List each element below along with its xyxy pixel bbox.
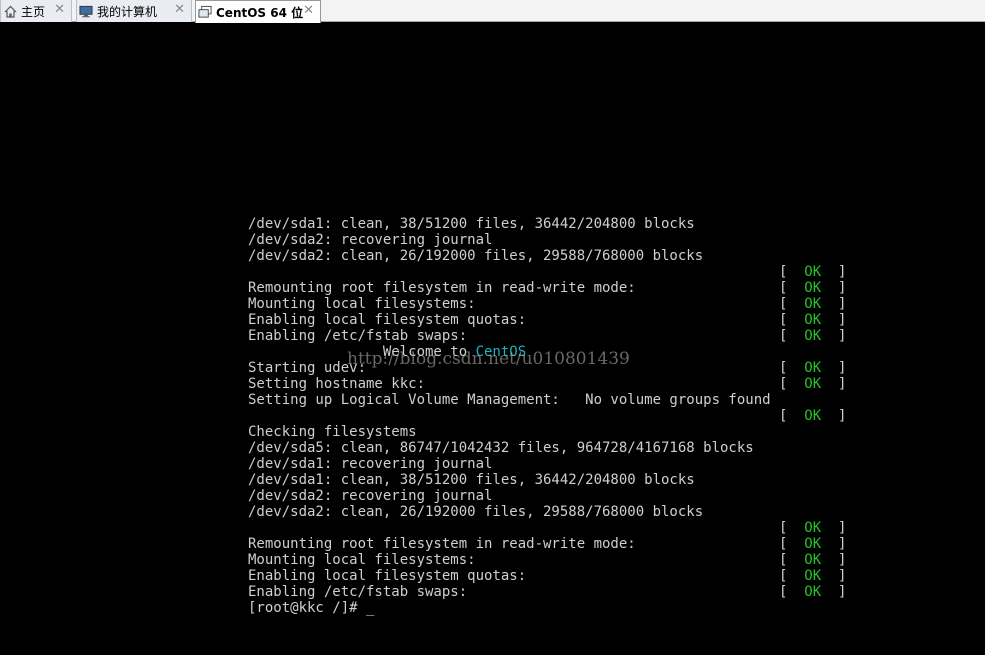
status-ok-badge: [ OK ] xyxy=(779,296,847,312)
console-line: [ OK ] xyxy=(248,408,868,424)
console-line: [ OK ] xyxy=(248,520,868,536)
console-line-text: /dev/sda1: clean, 38/51200 files, 36442/… xyxy=(248,472,695,488)
tab-home[interactable]: 主页 ✕ xyxy=(0,0,72,22)
close-icon[interactable]: ✕ xyxy=(303,4,314,18)
text-cursor: _ xyxy=(366,600,375,616)
console-line-text: Checking filesystems xyxy=(248,424,417,440)
console-line: Setting hostname kkc: [ OK ] xyxy=(248,376,868,392)
console-line: [ OK ] xyxy=(248,264,868,280)
console-line-text: Remounting root filesystem in read-write… xyxy=(248,536,636,552)
shell-prompt-line[interactable]: [root@kkc /]# _ xyxy=(248,600,868,616)
console-line: Setting up Logical Volume Management: No… xyxy=(248,392,868,408)
console-line-text: /dev/sda2: recovering journal xyxy=(248,488,493,504)
status-ok-text: OK xyxy=(804,280,822,296)
status-ok-text: OK xyxy=(804,408,822,424)
console-line: /dev/sda2: recovering journal xyxy=(248,488,868,504)
console-line: Welcome to CentOS xyxy=(248,344,868,360)
console-line: /dev/sda1: clean, 38/51200 files, 36442/… xyxy=(248,216,868,232)
console-line-text: Enabling /etc/fstab swaps: xyxy=(248,328,468,344)
console-output: /dev/sda1: clean, 38/51200 files, 36442/… xyxy=(248,216,868,616)
console-line: Enabling /etc/fstab swaps: [ OK ] xyxy=(248,584,868,600)
console-line: Starting udev: [ OK ] xyxy=(248,360,868,376)
status-ok-badge: [ OK ] xyxy=(779,568,847,584)
close-icon[interactable]: ✕ xyxy=(174,3,185,17)
status-ok-text: OK xyxy=(804,568,822,584)
console-line-text: Setting hostname kkc: xyxy=(248,376,426,392)
console-line: Remounting root filesystem in read-write… xyxy=(248,536,868,552)
console-line-text: Enabling local filesystem quotas: xyxy=(248,568,527,584)
status-ok-badge: [ OK ] xyxy=(779,376,847,392)
status-ok-text: OK xyxy=(804,552,822,568)
status-ok-text: OK xyxy=(804,376,822,392)
status-ok-badge: [ OK ] xyxy=(779,312,847,328)
status-ok-text: OK xyxy=(804,360,822,376)
status-ok-text: OK xyxy=(804,264,822,280)
computer-icon xyxy=(79,4,93,18)
console-line: Mounting local filesystems: [ OK ] xyxy=(248,552,868,568)
console-line-text: Mounting local filesystems: xyxy=(248,552,476,568)
home-icon xyxy=(3,4,17,18)
console-line-text: /dev/sda2: clean, 26/192000 files, 29588… xyxy=(248,504,704,520)
console-line: /dev/sda2: recovering journal xyxy=(248,232,868,248)
console-line: Remounting root filesystem in read-write… xyxy=(248,280,868,296)
console-line-text: Mounting local filesystems: xyxy=(248,296,476,312)
console-line: /dev/sda2: clean, 26/192000 files, 29588… xyxy=(248,248,868,264)
status-ok-text: OK xyxy=(804,520,822,536)
console-line-text: /dev/sda5: clean, 86747/1042432 files, 9… xyxy=(248,440,754,456)
status-ok-badge: [ OK ] xyxy=(779,360,847,376)
console-line: Enabling /etc/fstab swaps: [ OK ] xyxy=(248,328,868,344)
close-icon[interactable]: ✕ xyxy=(54,3,65,17)
status-ok-badge: [ OK ] xyxy=(779,536,847,552)
centos-highlight: CentOS xyxy=(475,344,527,360)
vm-console-screen[interactable]: /dev/sda1: clean, 38/51200 files, 36442/… xyxy=(0,23,985,655)
status-ok-text: OK xyxy=(804,584,822,600)
tab-my-computer[interactable]: 我的计算机 ✕ xyxy=(76,0,192,22)
console-line-text: Remounting root filesystem in read-write… xyxy=(248,280,636,296)
console-line-text: /dev/sda2: clean, 26/192000 files, 29588… xyxy=(248,248,704,264)
status-ok-badge: [ OK ] xyxy=(779,520,847,536)
console-line: /dev/sda2: clean, 26/192000 files, 29588… xyxy=(248,504,868,520)
tab-bar: 主页 ✕ 我的计算机 ✕ CentOS 64 位 ✕ xyxy=(0,0,985,23)
status-ok-badge: [ OK ] xyxy=(779,552,847,568)
status-ok-text: OK xyxy=(804,536,822,552)
console-line: Checking filesystems xyxy=(248,424,868,440)
tab-centos[interactable]: CentOS 64 位 ✕ xyxy=(195,0,321,23)
console-line: Mounting local filesystems: [ OK ] xyxy=(248,296,868,312)
status-ok-badge: [ OK ] xyxy=(779,328,847,344)
status-ok-badge: [ OK ] xyxy=(779,584,847,600)
console-line-text: /dev/sda1: clean, 38/51200 files, 36442/… xyxy=(248,216,695,232)
console-line: Enabling local filesystem quotas: [ OK ] xyxy=(248,312,868,328)
status-ok-text: OK xyxy=(804,328,822,344)
status-ok-badge: [ OK ] xyxy=(779,280,847,296)
console-line: /dev/sda1: recovering journal xyxy=(248,456,868,472)
console-line-text: /dev/sda2: recovering journal xyxy=(248,232,493,248)
console-line: /dev/sda5: clean, 86747/1042432 files, 9… xyxy=(248,440,868,456)
status-ok-text: OK xyxy=(804,312,822,328)
status-ok-text: OK xyxy=(804,296,822,312)
console-line-text: Enabling local filesystem quotas: xyxy=(248,312,527,328)
console-line-text: Welcome to xyxy=(248,344,476,360)
tab-label: CentOS 64 位 xyxy=(216,5,304,20)
shell-prompt: [root@kkc /]# xyxy=(248,600,367,616)
console-line: Enabling local filesystem quotas: [ OK ] xyxy=(248,568,868,584)
console-line: /dev/sda1: clean, 38/51200 files, 36442/… xyxy=(248,472,868,488)
console-line-text: Setting up Logical Volume Management: No… xyxy=(248,392,771,408)
console-line-text: /dev/sda1: recovering journal xyxy=(248,456,493,472)
console-line-text: Starting udev: xyxy=(248,360,367,376)
vm-icon xyxy=(198,5,212,19)
status-ok-badge: [ OK ] xyxy=(779,408,847,424)
console-line-text: Enabling /etc/fstab swaps: xyxy=(248,584,468,600)
status-ok-badge: [ OK ] xyxy=(779,264,847,280)
tab-label: 主页 xyxy=(21,4,46,19)
tab-label: 我的计算机 xyxy=(97,4,158,19)
